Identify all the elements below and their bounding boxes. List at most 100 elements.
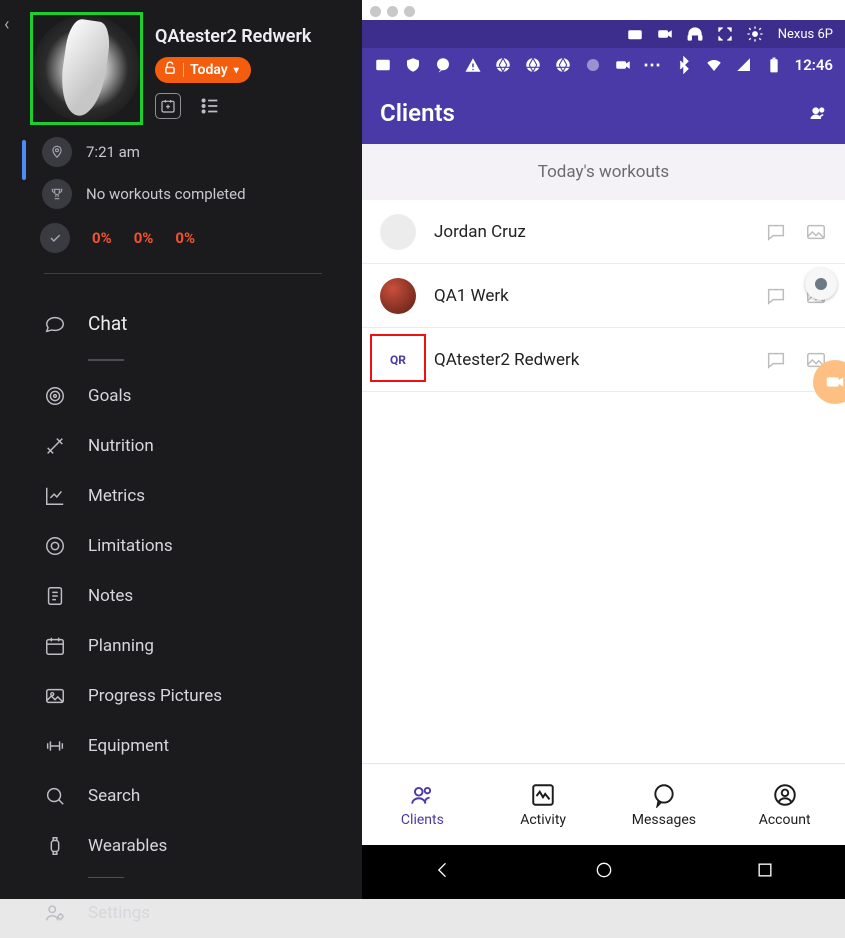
sidebar: ‹ QAtester2 Redwerk Today ▾ <box>0 0 362 899</box>
nav-goals[interactable]: Goals <box>44 371 362 421</box>
location-pin-icon <box>42 137 72 167</box>
phone-window: Nexus 6P ⋯ 12:46 <box>362 0 845 899</box>
android-status-bar: ⋯ 12:46 <box>362 48 845 82</box>
tab-messages[interactable]: Messages <box>604 764 725 845</box>
circle-icon <box>584 56 602 74</box>
nav-settings-label: Settings <box>88 903 150 923</box>
avatar <box>380 278 416 314</box>
calendar-plus-icon[interactable] <box>155 93 181 119</box>
mac-traffic-lights <box>370 6 415 17</box>
tab-label: Clients <box>401 812 444 828</box>
messenger-icon <box>434 56 452 74</box>
traffic-max[interactable] <box>404 6 415 17</box>
profile-name: QAtester2 Redwerk <box>155 26 346 47</box>
nav: Chat Goals Nutrition Metrics Limitations… <box>0 274 362 938</box>
nav-recent[interactable] <box>755 860 775 884</box>
chat-icon <box>44 313 66 335</box>
calendar-icon <box>44 635 66 657</box>
today-label: Today <box>190 62 228 78</box>
fullscreen-icon[interactable] <box>716 25 734 43</box>
target-icon <box>44 385 66 407</box>
client-row[interactable]: QA1 Werk <box>362 264 845 328</box>
nav-wearables[interactable]: Wearables <box>44 821 362 871</box>
camera-icon[interactable] <box>626 25 644 43</box>
nav-limitations-label: Limitations <box>88 536 173 556</box>
utensils-icon <box>44 435 66 457</box>
trophy-icon <box>42 179 72 209</box>
completion-pct-2: 0% <box>134 229 154 247</box>
video-icon[interactable] <box>656 25 674 43</box>
dumbbell-icon <box>44 735 66 757</box>
highlight-box <box>370 334 426 382</box>
nav-planning[interactable]: Planning <box>44 621 362 671</box>
appbar: Clients <box>362 82 845 144</box>
avatar <box>380 214 416 250</box>
comment-icon[interactable] <box>765 285 787 307</box>
videocam-icon <box>614 56 632 74</box>
tab-label: Account <box>759 812 811 828</box>
aperture-icon-2 <box>524 56 542 74</box>
avatar-highlight <box>30 12 143 125</box>
gear-icon[interactable] <box>746 25 764 43</box>
nav-equipment[interactable]: Equipment <box>44 721 362 771</box>
tab-activity[interactable]: Activity <box>483 764 604 845</box>
tab-clients[interactable]: Clients <box>362 764 483 845</box>
comment-icon[interactable] <box>765 349 787 371</box>
nav-limitations[interactable]: Limitations <box>44 521 362 571</box>
chevron-down-icon: ▾ <box>234 65 239 76</box>
bluetooth-icon <box>675 56 693 74</box>
nav-nutrition-label: Nutrition <box>88 436 154 456</box>
watch-icon <box>44 835 66 857</box>
tab-label: Messages <box>632 812 696 828</box>
shield-icon <box>404 56 422 74</box>
client-name: QAtester2 Redwerk <box>434 350 747 370</box>
android-nav-bar <box>362 845 845 899</box>
aperture-icon-1 <box>494 56 512 74</box>
completion-pct-1: 0% <box>92 229 112 247</box>
workouts-row: No workouts completed <box>42 179 362 209</box>
tab-account[interactable]: Account <box>724 764 845 845</box>
nav-wearables-label: Wearables <box>88 836 167 856</box>
today-badge[interactable]: Today ▾ <box>155 57 251 83</box>
nav-planning-label: Planning <box>88 636 154 656</box>
nav-back[interactable] <box>433 860 453 884</box>
nav-search[interactable]: Search <box>44 771 362 821</box>
client-row[interactable]: QR QAtester2 Redwerk <box>362 328 845 392</box>
tab-label: Activity <box>520 812 566 828</box>
warning-icon <box>464 56 482 74</box>
client-name: QA1 Werk <box>434 286 747 306</box>
traffic-min[interactable] <box>387 6 398 17</box>
float-camera-button[interactable] <box>813 360 845 404</box>
nav-search-label: Search <box>88 786 140 806</box>
list-icon[interactable] <box>197 93 223 119</box>
search-icon <box>44 785 66 807</box>
nav-settings[interactable]: Settings <box>44 888 362 938</box>
nav-notes[interactable]: Notes <box>44 571 362 621</box>
card-icon <box>374 56 392 74</box>
unlock-icon <box>163 61 177 79</box>
user-gear-icon <box>44 902 66 924</box>
aperture-icon-3 <box>554 56 572 74</box>
device-name: Nexus 6P <box>778 27 833 42</box>
subheader: Today's workouts <box>362 144 845 200</box>
back-arrow[interactable]: ‹ <box>4 14 18 34</box>
comment-icon[interactable] <box>765 221 787 243</box>
headphones-icon[interactable] <box>686 25 704 43</box>
nav-progress-label: Progress Pictures <box>88 686 222 706</box>
picture-icon[interactable] <box>805 221 827 243</box>
nav-metrics[interactable]: Metrics <box>44 471 362 521</box>
nav-chat-label: Chat <box>88 312 127 335</box>
nav-chat[interactable]: Chat <box>44 294 362 353</box>
client-row[interactable]: Jordan Cruz <box>362 200 845 264</box>
divider-short-2 <box>88 877 124 879</box>
avatar[interactable] <box>33 15 140 122</box>
nav-nutrition[interactable]: Nutrition <box>44 421 362 471</box>
nav-home[interactable] <box>594 860 614 884</box>
client-name: Jordan Cruz <box>434 222 747 242</box>
workouts-text: No workouts completed <box>86 185 246 203</box>
assistive-dot[interactable] <box>805 268 837 300</box>
people-icon[interactable] <box>809 104 827 122</box>
nav-progress-pictures[interactable]: Progress Pictures <box>44 671 362 721</box>
traffic-close[interactable] <box>370 6 381 17</box>
nav-metrics-label: Metrics <box>88 486 145 506</box>
